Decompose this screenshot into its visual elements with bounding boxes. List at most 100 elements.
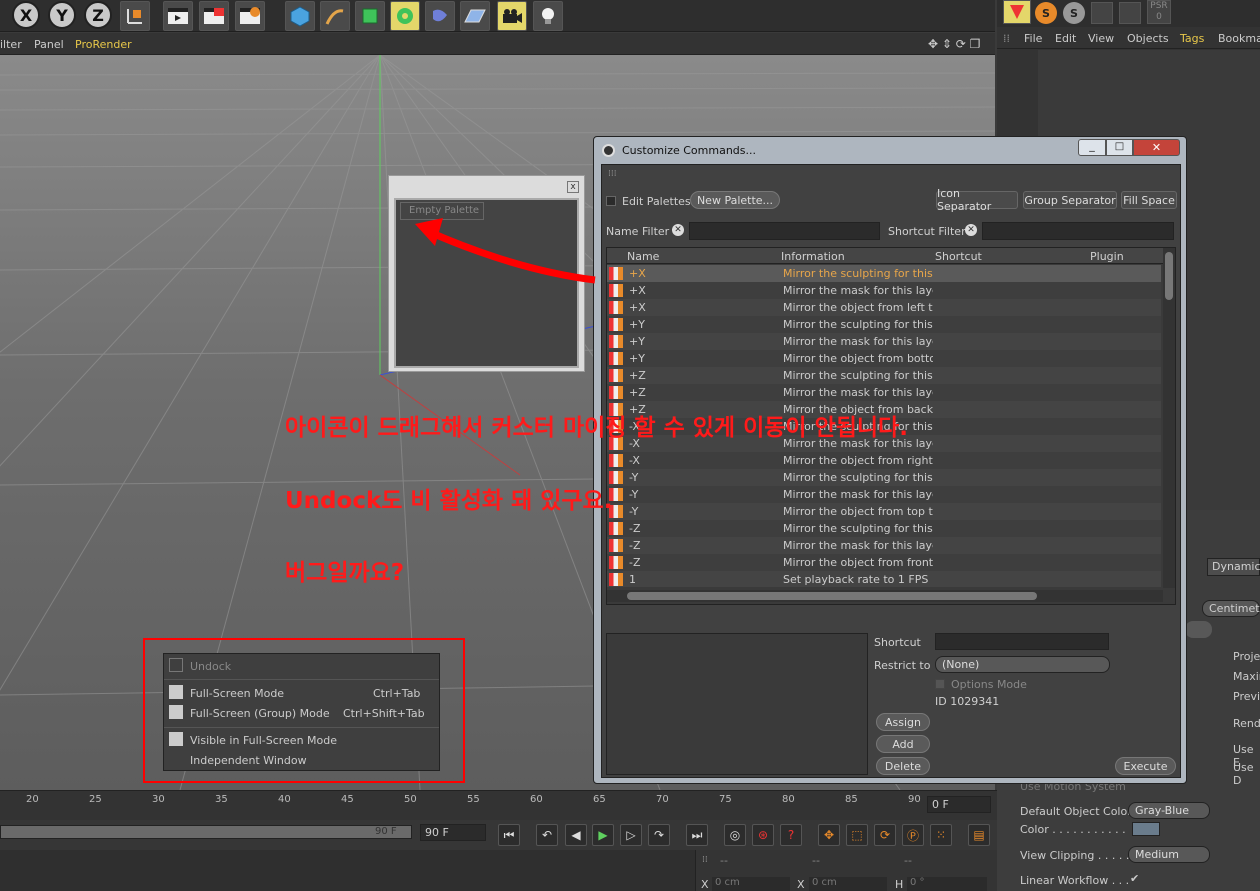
table-row[interactable]: +X Mirror the mask for this layer [607, 282, 1161, 299]
clear-name-filter-icon[interactable]: ✕ [672, 224, 684, 236]
h-scrollbar-thumb[interactable] [627, 592, 1037, 600]
record-active-icon[interactable]: ⊛ [752, 824, 774, 846]
color-swatch[interactable] [1132, 822, 1160, 836]
key-scale-icon[interactable]: ⬚ [846, 824, 868, 846]
viewport-nav-icons[interactable]: ✥ ⇕ ⟳ ❐ [928, 37, 988, 51]
shortcut-input[interactable] [935, 633, 1109, 650]
objects-menu-edit[interactable]: Edit [1055, 32, 1076, 45]
table-row[interactable]: -Y Mirror the mask for this layer [607, 486, 1161, 503]
coord-x-field[interactable]: 0 cm [712, 877, 790, 891]
viewport-menu-filter[interactable]: ilter [0, 38, 22, 51]
coord-h-field[interactable]: 0 ° [907, 877, 987, 891]
new-palette-button[interactable]: New Palette... [690, 191, 780, 209]
column-name[interactable]: Name [627, 250, 659, 263]
end-frame-field[interactable]: 90 F [420, 824, 486, 841]
snap-settings-icon[interactable]: S [1063, 2, 1085, 24]
viewport-menu-panel[interactable]: Panel [34, 38, 64, 51]
current-frame-field[interactable]: 0 F [927, 796, 991, 813]
table-row[interactable]: -Y Mirror the sculpting for this l [607, 469, 1161, 486]
table-row[interactable]: +X Mirror the object from left to [607, 299, 1161, 316]
table-row[interactable]: +X Mirror the sculpting for this l [607, 265, 1161, 282]
maximize-button[interactable]: □ [1106, 139, 1133, 156]
command-icon[interactable] [609, 267, 623, 280]
key-position-icon[interactable]: ✥ [818, 824, 840, 846]
motion-record-icon[interactable]: ◎ [724, 824, 746, 846]
command-icon[interactable] [609, 539, 623, 552]
command-icon[interactable] [609, 454, 623, 467]
objects-menu-objects[interactable]: Objects [1127, 32, 1169, 45]
table-row[interactable]: -Z Mirror the sculpting for this l [607, 520, 1161, 537]
deformer-icon[interactable] [425, 1, 455, 31]
render-view-icon[interactable] [163, 1, 193, 31]
y-axis-lock-button[interactable]: Y [48, 1, 76, 29]
workplane-icon[interactable] [1091, 2, 1113, 24]
dialog-title-bar[interactable]: Customize Commands... _ □ ✕ [594, 137, 1186, 163]
options-mode-checkbox[interactable] [935, 679, 945, 689]
floor-environment-icon[interactable] [460, 1, 490, 31]
cube-icon[interactable] [285, 1, 315, 31]
command-icon[interactable] [609, 573, 623, 586]
menu-independent-window[interactable]: Independent Window [190, 754, 307, 767]
unit-field[interactable] [1185, 621, 1212, 638]
table-row[interactable]: -Z Mirror the object from front t [607, 554, 1161, 571]
objects-menu-view[interactable]: View [1088, 32, 1114, 45]
render-settings-icon[interactable] [235, 1, 265, 31]
clear-shortcut-filter-icon[interactable]: ✕ [965, 224, 977, 236]
z-axis-lock-button[interactable]: Z [84, 1, 112, 29]
command-icon[interactable] [609, 318, 623, 331]
camera-icon[interactable] [497, 1, 527, 31]
key-parameter-icon[interactable]: Ⓟ [902, 824, 924, 846]
menu-undock[interactable]: Undock [190, 660, 231, 673]
table-row[interactable]: +Y Mirror the sculpting for this l [607, 316, 1161, 333]
next-frame-icon[interactable]: ▷ [620, 824, 642, 846]
command-icon[interactable] [609, 386, 623, 399]
scrollbar-thumb[interactable] [1165, 252, 1173, 300]
coord-x2-field[interactable]: 0 cm [809, 877, 887, 891]
view-clipping-dropdown[interactable]: Medium [1128, 846, 1210, 863]
execute-button[interactable]: Execute [1115, 757, 1176, 775]
menu-full-screen-group-mode[interactable]: Full-Screen (Group) Mode [190, 707, 330, 720]
dynamics-tab[interactable]: Dynamic [1207, 558, 1260, 576]
edit-palettes-checkbox[interactable] [606, 196, 616, 206]
previous-frame-icon[interactable]: ◀ [565, 824, 587, 846]
assign-button[interactable]: Assign [876, 713, 930, 731]
command-icon[interactable] [609, 335, 623, 348]
table-row[interactable]: -Z Mirror the mask for this layer [607, 537, 1161, 554]
add-button[interactable]: Add [876, 735, 930, 753]
timeline-window-icon[interactable]: ▤ [968, 824, 990, 846]
mograph-cloner-icon[interactable] [390, 1, 420, 31]
menu-visible-in-full-screen[interactable]: Visible in Full-Screen Mode [190, 734, 337, 747]
viewport-menu-prorender[interactable]: ProRender [75, 38, 132, 51]
psr-counter[interactable]: PSR 0 [1147, 0, 1171, 24]
command-icon[interactable] [609, 369, 623, 382]
name-filter-input[interactable] [689, 222, 880, 240]
minimize-button[interactable]: _ [1078, 139, 1106, 156]
snap-s-icon[interactable]: S [1035, 2, 1057, 24]
column-information[interactable]: Information [781, 250, 845, 263]
linear-workflow-check[interactable]: ✔ [1130, 872, 1139, 885]
key-rotation-icon[interactable]: ⟳ [874, 824, 896, 846]
horizontal-scrollbar[interactable] [607, 590, 1163, 602]
play-icon[interactable]: ▶ [592, 824, 614, 846]
next-key-icon[interactable]: ↷ [648, 824, 670, 846]
render-region-icon[interactable] [199, 1, 229, 31]
command-icon[interactable] [609, 301, 623, 314]
subdivision-icon[interactable] [355, 1, 385, 31]
close-button[interactable]: ✕ [1133, 139, 1180, 156]
grid-icon[interactable] [1119, 2, 1141, 24]
default-object-color-dropdown[interactable]: Gray-Blue [1128, 802, 1210, 819]
timeline-ruler[interactable]: 20 25 30 35 40 45 50 55 60 65 70 75 80 85 90 0 F [0, 790, 997, 820]
table-row[interactable]: +Z Mirror the sculpting for this l [607, 367, 1161, 384]
table-row[interactable]: +Y Mirror the object from botto [607, 350, 1161, 367]
table-row[interactable]: +Z Mirror the mask for this layer [607, 384, 1161, 401]
key-point-level-icon[interactable]: ⁙ [930, 824, 952, 846]
command-icon[interactable] [609, 522, 623, 535]
column-plugin[interactable]: Plugin [1090, 250, 1124, 263]
unit-dropdown[interactable]: Centimete [1202, 600, 1260, 617]
autokey-icon[interactable]: ? [780, 824, 802, 846]
objects-menu-bookmarks[interactable]: Bookma [1218, 32, 1260, 45]
layout-arrow-icon[interactable] [1003, 0, 1031, 24]
table-row[interactable]: 1 Set playback rate to 1 FPS [607, 571, 1161, 587]
objects-menu-file[interactable]: File [1024, 32, 1042, 45]
table-row[interactable]: -Y Mirror the object from top to [607, 503, 1161, 520]
